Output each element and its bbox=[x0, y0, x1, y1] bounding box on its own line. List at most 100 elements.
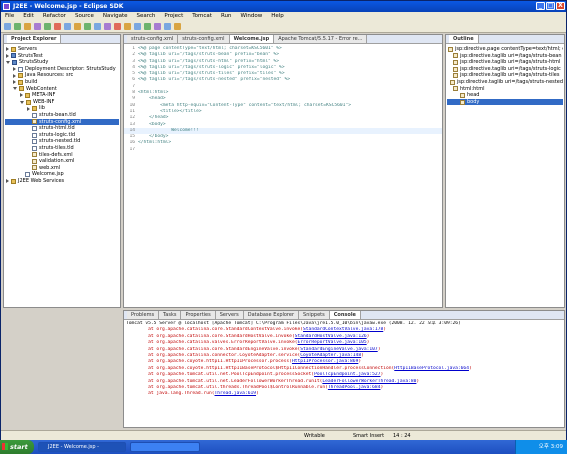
tab-database-explorer[interactable]: Database Explorer bbox=[243, 311, 300, 319]
stack-frame-link[interactable]: ThreadPool.java:684 bbox=[328, 385, 381, 390]
menu-search[interactable]: Search bbox=[137, 12, 156, 21]
toolbar-button-icon[interactable] bbox=[114, 23, 121, 30]
menu-source[interactable]: Source bbox=[75, 12, 94, 21]
tab-console[interactable]: Console bbox=[329, 311, 361, 319]
expand-arrow-icon[interactable] bbox=[6, 179, 9, 184]
editor-tab[interactable]: Apache Tomcat/5.5.17 - Error re... bbox=[274, 35, 368, 43]
editor-tab[interactable]: struts-config.xml bbox=[178, 35, 230, 43]
tree-item[interactable]: struts-config.xml bbox=[5, 118, 119, 126]
toolbar-button-icon[interactable] bbox=[154, 23, 161, 30]
tab-problems[interactable]: Problems bbox=[127, 311, 160, 319]
tab-tasks[interactable]: Tasks bbox=[159, 311, 182, 319]
menu-project[interactable]: Project bbox=[164, 12, 183, 21]
menu-edit[interactable]: Edit bbox=[23, 12, 34, 21]
toolbar-button-icon[interactable] bbox=[134, 23, 141, 30]
toolbar-button-icon[interactable] bbox=[164, 23, 171, 30]
toolbar-button-icon[interactable] bbox=[94, 23, 101, 30]
code-editor[interactable]: 1 <%@ page contentType="text/html; charse… bbox=[124, 44, 442, 153]
toolbar-button-icon[interactable] bbox=[24, 23, 31, 30]
menu-tomcat[interactable]: Tomcat bbox=[192, 12, 212, 21]
tree-item[interactable]: build bbox=[5, 79, 119, 86]
toolbar-button-icon[interactable] bbox=[64, 23, 71, 30]
outline-item[interactable]: jsp:directive.taglib uri=/tags/struts-ti… bbox=[447, 72, 563, 79]
tab-properties[interactable]: Properties bbox=[181, 311, 216, 319]
tree-item[interactable]: Deployment Descriptor: StrutsStudy bbox=[5, 66, 119, 73]
toolbar-button-icon[interactable] bbox=[144, 23, 151, 30]
expand-arrow-icon[interactable] bbox=[27, 106, 30, 111]
title-bar[interactable]: J2EE - Welcome.jsp - Eclipse SDK _ □ X bbox=[1, 1, 566, 12]
toolbar-button-icon[interactable] bbox=[84, 23, 91, 30]
menu-refactor[interactable]: Refactor bbox=[43, 12, 66, 21]
tree-item[interactable]: web.xml bbox=[5, 165, 119, 172]
tree-item[interactable]: J2EE Web Services bbox=[5, 178, 119, 185]
console-output[interactable]: Tomcat v5.5 Server @ localhost [Apache T… bbox=[124, 320, 564, 399]
outline-item[interactable]: jsp:directive.taglib uri=/tags/struts-lo… bbox=[447, 66, 563, 73]
expand-arrow-icon[interactable] bbox=[6, 60, 10, 64]
stack-frame-link[interactable]: StandardHostValve.java:126 bbox=[295, 334, 367, 339]
tree-item[interactable]: Servers bbox=[5, 46, 119, 53]
tree-item[interactable]: WebContent bbox=[5, 86, 119, 93]
taskbar-button[interactable] bbox=[130, 442, 200, 452]
expand-arrow-icon[interactable] bbox=[13, 80, 16, 85]
stack-frame-link[interactable]: StandardEngineValve.java:107 bbox=[300, 347, 377, 352]
toolbar-button-icon[interactable] bbox=[174, 23, 181, 30]
tree-item[interactable]: lib bbox=[5, 105, 119, 112]
expand-arrow-icon[interactable] bbox=[6, 53, 9, 58]
stack-frame-link[interactable]: LeaderFollowerWorkerThread.java:80 bbox=[322, 379, 416, 384]
tree-item[interactable]: struts-tiles.tld bbox=[5, 145, 119, 152]
outline-item[interactable]: html:html bbox=[447, 86, 563, 93]
maximize-button[interactable]: □ bbox=[546, 2, 555, 10]
expand-arrow-icon[interactable] bbox=[20, 93, 23, 98]
toolbar-button-icon[interactable] bbox=[74, 23, 81, 30]
stack-frame-link[interactable]: Http11Processor.java:869 bbox=[292, 359, 358, 364]
tree-item[interactable]: META-INF bbox=[5, 92, 119, 99]
expand-arrow-icon[interactable] bbox=[6, 47, 9, 52]
expand-arrow-icon[interactable] bbox=[13, 73, 16, 78]
menu-file[interactable]: File bbox=[5, 12, 14, 21]
close-button[interactable]: X bbox=[556, 2, 565, 10]
stack-frame-link[interactable]: CoyoteAdapter.java:148 bbox=[300, 353, 361, 358]
toolbar-button-icon[interactable] bbox=[124, 23, 131, 30]
tree-item[interactable]: StrutsStudy bbox=[5, 59, 119, 66]
toolbar-button-icon[interactable] bbox=[44, 23, 51, 30]
outline-item[interactable]: jsp:directive.taglib uri=/tags/struts-be… bbox=[447, 53, 563, 60]
menu-run[interactable]: Run bbox=[221, 12, 232, 21]
stack-frame-link[interactable]: Thread.java:619 bbox=[215, 391, 257, 396]
expand-arrow-icon[interactable] bbox=[13, 87, 17, 91]
tree-item[interactable]: struts-bean.tld bbox=[5, 112, 119, 119]
tree-item[interactable]: Welcome.jsp bbox=[5, 171, 119, 178]
tree-item[interactable]: StrutsTest bbox=[5, 53, 119, 60]
tab-project-explorer[interactable]: Project Explorer bbox=[7, 35, 62, 43]
tab-servers[interactable]: Servers bbox=[215, 311, 244, 319]
outline-item[interactable]: jsp:directive.page contentType=text/html… bbox=[447, 46, 563, 53]
toolbar-button-icon[interactable] bbox=[14, 23, 21, 30]
tree-item[interactable]: tiles-defs.xml bbox=[5, 152, 119, 159]
toolbar-button-icon[interactable] bbox=[54, 23, 61, 30]
tab-snippets[interactable]: Snippets bbox=[299, 311, 330, 319]
editor-tab[interactable]: struts-config.xml bbox=[127, 35, 179, 43]
tab-outline[interactable]: Outline bbox=[449, 35, 479, 43]
tree-item[interactable]: Java Resources: src bbox=[5, 72, 119, 79]
tree-item[interactable]: struts-logic.tld bbox=[5, 132, 119, 139]
tree-item[interactable]: struts-nested.tld bbox=[5, 138, 119, 145]
tree-item[interactable]: WEB-INF bbox=[5, 99, 119, 106]
outline-item[interactable]: jsp:directive.taglib uri=/tags/struts-ne… bbox=[447, 79, 563, 86]
outline-item[interactable]: body bbox=[447, 98, 563, 106]
taskbar-button[interactable]: J2EE - Welcome.jsp - bbox=[38, 442, 126, 452]
outline-item[interactable]: jsp:directive.taglib uri=/tags/struts-ht… bbox=[447, 59, 563, 66]
toolbar-button-icon[interactable] bbox=[34, 23, 41, 30]
menu-window[interactable]: Window bbox=[241, 12, 263, 21]
expand-arrow-icon[interactable] bbox=[13, 67, 16, 72]
minimize-button[interactable]: _ bbox=[536, 2, 545, 10]
stack-frame-link[interactable]: StandardContextValve.java:178 bbox=[303, 327, 383, 332]
stack-frame-link[interactable]: PoolTcpEndpoint.java:527 bbox=[314, 372, 380, 377]
tree-item[interactable]: validation.xml bbox=[5, 158, 119, 165]
tree-item[interactable]: struts-html.tld bbox=[5, 125, 119, 132]
stack-frame-link[interactable]: ErrorReportValve.java:105 bbox=[297, 340, 366, 345]
stack-frame-link[interactable]: Http11BaseProtocol.java:664 bbox=[394, 366, 469, 371]
editor-tab[interactable]: Welcome.jsp bbox=[229, 35, 275, 43]
toolbar-button-icon[interactable] bbox=[4, 23, 11, 30]
start-button[interactable]: start bbox=[0, 440, 34, 454]
expand-arrow-icon[interactable] bbox=[20, 100, 24, 104]
toolbar-button-icon[interactable] bbox=[104, 23, 111, 30]
